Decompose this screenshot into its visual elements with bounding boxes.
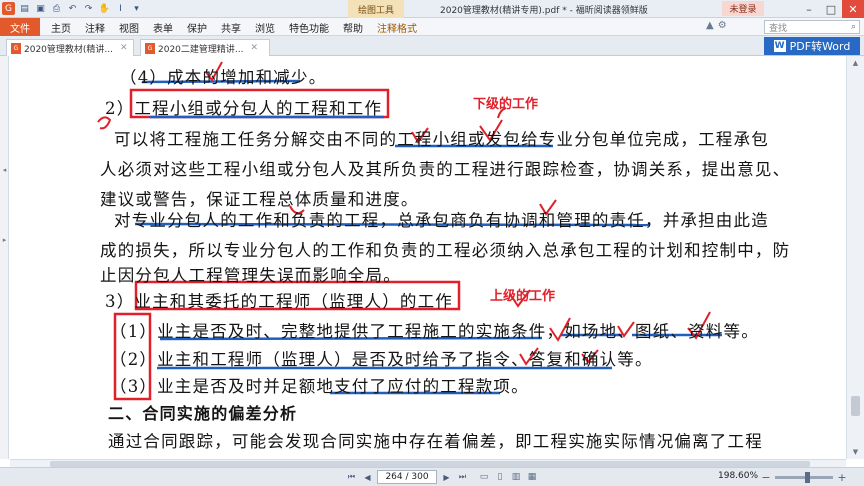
- document-tabs: G 2020管理教材(精讲... ✕ G 2020二建管理精讲... ✕: [0, 36, 864, 56]
- close-icon[interactable]: ✕: [842, 0, 864, 18]
- tab-features[interactable]: 特色功能: [282, 20, 336, 35]
- text-line-7: 成的损失，所以专业分包人的工作和负责的工程必须纳入总承包工程的计划和控制中，防: [100, 241, 791, 260]
- text-line-8: 止因分包人工程管理失误而影响全局。: [100, 266, 401, 285]
- dropdown-icon[interactable]: ▾: [130, 2, 143, 15]
- close-tab-icon[interactable]: ✕: [251, 43, 259, 53]
- text-line-14: 通过合同跟踪，可能会发现合同实施中存在着偏差，即工程实施实际情况偏离了工程: [108, 432, 763, 451]
- tab-share[interactable]: 共享: [214, 20, 248, 35]
- minimize-icon[interactable]: –: [798, 0, 820, 18]
- last-page-icon[interactable]: ⏭: [456, 471, 469, 484]
- heading-subcontractor-work: 2）工程小组或分包人的工程和工作: [105, 99, 383, 118]
- text-line-1: （4）成本的增加和减少。: [120, 68, 327, 87]
- search-icon[interactable]: ⌕: [851, 22, 859, 32]
- prev-page-icon[interactable]: ◀: [361, 471, 374, 484]
- quick-access-toolbar: G ▤ ▣ ⎙ ↶ ↷ ✋ I ▾: [2, 2, 143, 15]
- doc-tab-1[interactable]: G 2020管理教材(精讲... ✕: [6, 39, 134, 56]
- text-line-11: （2）业主和工程师（监理人）是否及时给予了指令、答复和确认等。: [110, 350, 653, 369]
- continuous-icon[interactable]: ▯: [494, 471, 506, 483]
- pdf-to-word-button[interactable]: W PDF转Word: [764, 37, 860, 55]
- continuous-facing-icon[interactable]: ▦: [526, 471, 538, 483]
- tab-comment[interactable]: 注释: [78, 20, 112, 35]
- text-line-12: （3）业主是否及时并足额地支付了应付的工程款项。: [110, 377, 529, 396]
- scroll-down-icon[interactable]: ▼: [847, 445, 864, 459]
- text-line-4: 人必须对这些工程小组或分包人及其所负责的工程进行跟踪检查，协调关系，提出意见、: [100, 160, 791, 179]
- open-icon[interactable]: ▤: [18, 2, 31, 15]
- pdf-to-word-label: PDF转Word: [789, 40, 851, 53]
- pdf-icon: G: [145, 42, 155, 54]
- page-number-input[interactable]: 264 / 300: [377, 470, 437, 484]
- drawing-tools-context-tab[interactable]: 绘图工具: [348, 0, 404, 18]
- word-icon: W: [773, 40, 786, 52]
- annotation-upper-work[interactable]: 上级的工作: [490, 285, 555, 304]
- tab-home[interactable]: 主页: [44, 20, 78, 35]
- undo-icon[interactable]: ↶: [66, 2, 79, 15]
- doc-tab-label: 2020管理教材(精讲...: [24, 44, 113, 55]
- text-line-3: 可以将工程施工任务分解交由不同的工程小组或发包给专业分包单位完成，工程承包: [114, 130, 769, 149]
- zoom-out-icon[interactable]: −: [760, 471, 772, 484]
- tab-help[interactable]: 帮助: [336, 20, 370, 35]
- facing-icon[interactable]: ▥: [510, 471, 522, 483]
- window-controls: – □ ✕: [798, 0, 864, 18]
- settings-icon[interactable]: ⚙: [718, 20, 727, 31]
- doc-tab-label: 2020二建管理精讲...: [158, 44, 244, 55]
- doc-tab-2[interactable]: G 2020二建管理精讲... ✕: [140, 39, 270, 56]
- single-page-icon[interactable]: ▭: [478, 471, 490, 483]
- next-page-icon[interactable]: ▶: [440, 471, 453, 484]
- window-title: 2020管理教材(精讲专用).pdf * - 福昕阅读器领鲜版: [440, 6, 648, 16]
- first-page-icon[interactable]: ⏮: [345, 471, 358, 484]
- hand-icon[interactable]: ✋: [98, 2, 111, 15]
- file-tab[interactable]: 文件: [0, 18, 40, 36]
- ribbon-tabs: 文件 主页 注释 视图 表单 保护 共享 浏览 特色功能 帮助 注释格式 ▲ ⚙…: [0, 18, 864, 36]
- horizontal-scrollbar[interactable]: [10, 459, 846, 467]
- tab-protect[interactable]: 保护: [180, 20, 214, 35]
- left-navigation-panel: ◂ ▸: [0, 56, 9, 459]
- ribbon-collapse-icon[interactable]: ▲: [706, 20, 714, 31]
- maximize-icon[interactable]: □: [820, 0, 842, 18]
- vertical-scrollbar[interactable]: ▲ ▼: [846, 56, 864, 459]
- pdf-icon: G: [11, 42, 21, 54]
- close-tab-icon[interactable]: ✕: [120, 43, 128, 53]
- tab-view[interactable]: 视图: [112, 20, 146, 35]
- scroll-thumb[interactable]: [851, 396, 860, 416]
- scroll-up-icon[interactable]: ▲: [847, 56, 864, 70]
- save-icon[interactable]: ▣: [34, 2, 47, 15]
- tab-form[interactable]: 表单: [146, 20, 180, 35]
- title-bar: G ▤ ▣ ⎙ ↶ ↷ ✋ I ▾ 绘图工具 2020管理教材(精讲专用).pd…: [0, 0, 864, 18]
- document-page[interactable]: （4）成本的增加和减少。 2）工程小组或分包人的工程和工作 可以将工程施工任务分…: [10, 56, 845, 459]
- status-bar: ⏮ ◀ 264 / 300 ▶ ⏭ ▭ ▯ ▥ ▦ 198.60% − +: [0, 467, 864, 486]
- annotation-lower-work[interactable]: 下级的工作: [473, 93, 538, 112]
- select-icon[interactable]: I: [114, 2, 127, 15]
- app-logo-icon[interactable]: G: [2, 2, 15, 15]
- text-line-6: 对专业分包人的工作和负责的工程，总承包商负有协调和管理的责任，并承担由此造: [114, 211, 769, 230]
- zoom-in-icon[interactable]: +: [836, 471, 848, 484]
- section-heading-deviation: 二、合同实施的偏差分析: [108, 404, 298, 423]
- text-line-10: （1）业主是否及时、完整地提供了工程施工的实施条件，如场地、图纸、资料等。: [110, 322, 759, 341]
- zoom-slider[interactable]: − +: [760, 471, 848, 484]
- redo-icon[interactable]: ↷: [82, 2, 95, 15]
- search-input[interactable]: 查找 ⌕: [764, 20, 860, 34]
- search-placeholder: 查找: [769, 23, 788, 34]
- zoom-track[interactable]: [775, 471, 833, 483]
- page-navigation: ⏮ ◀ 264 / 300 ▶ ⏭: [345, 470, 469, 484]
- thumbnails-icon[interactable]: ▸: [0, 236, 9, 244]
- view-mode-buttons: ▭ ▯ ▥ ▦: [478, 471, 538, 483]
- tab-browse[interactable]: 浏览: [248, 20, 282, 35]
- zoom-level[interactable]: 198.60%: [718, 471, 758, 481]
- bookmark-icon[interactable]: ◂: [0, 166, 9, 174]
- zoom-knob[interactable]: [805, 471, 810, 483]
- login-button[interactable]: 未登录: [722, 1, 764, 16]
- tab-comment-format[interactable]: 注释格式: [370, 20, 424, 35]
- heading-owner-work: 3）业主和其委托的工程师（监理人）的工作: [105, 292, 453, 311]
- print-icon[interactable]: ⎙: [50, 2, 63, 15]
